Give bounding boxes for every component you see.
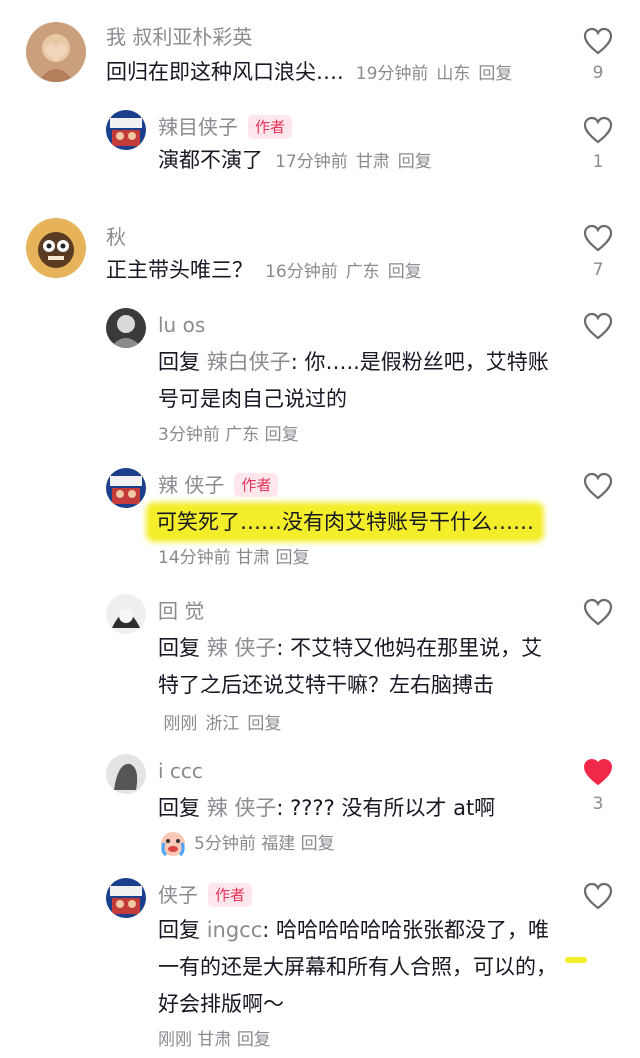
comment-text: ???? 没有所以才 at啊	[290, 796, 496, 820]
reply-button[interactable]: 回复	[247, 714, 281, 734]
timestamp: 5分钟前	[194, 834, 256, 854]
reply-to-user[interactable]: 辣 侠子	[207, 796, 277, 820]
reply-prefix: 回复	[158, 796, 200, 820]
like-button[interactable]	[580, 882, 616, 910]
highlighted-comment-text: 可笑死了……没有肉艾特账号干什么……	[150, 506, 540, 538]
timestamp: 14分钟前	[158, 548, 231, 568]
username[interactable]: i ccc	[158, 758, 560, 784]
like-button[interactable]: 1	[580, 116, 616, 172]
username[interactable]: 辣 侠子	[158, 473, 224, 497]
location: 浙江	[205, 714, 240, 734]
timestamp: 17分钟前	[275, 152, 348, 172]
timestamp: 3分钟前	[158, 425, 220, 445]
heart-filled-icon	[583, 758, 613, 786]
username[interactable]: lu os	[158, 312, 560, 338]
username[interactable]: 侠子	[158, 883, 198, 907]
username[interactable]: 回 觉	[158, 598, 560, 624]
like-button[interactable]	[580, 472, 616, 500]
comment-text: 正主带头唯三？	[106, 258, 253, 282]
reply-button[interactable]: 回复	[275, 548, 309, 568]
timestamp: 刚刚	[158, 1030, 192, 1050]
reply-prefix: 回复	[158, 918, 200, 942]
heart-outline-icon	[583, 312, 613, 340]
avatar[interactable]	[106, 110, 146, 150]
reply-button[interactable]: 回复	[237, 1030, 271, 1050]
highlighter-mark	[565, 957, 587, 963]
location: 甘肃	[236, 548, 271, 568]
like-count: 3	[592, 794, 604, 814]
author-badge: 作者	[248, 115, 293, 139]
like-button[interactable]: 3	[580, 758, 616, 814]
reply-button[interactable]: 回复	[478, 64, 512, 84]
like-button[interactable]	[580, 312, 616, 340]
like-button[interactable]: 9	[580, 27, 616, 83]
like-button[interactable]	[580, 598, 616, 626]
heart-outline-icon	[583, 116, 613, 144]
heart-outline-icon	[583, 27, 613, 55]
like-count: 9	[592, 63, 604, 83]
heart-outline-icon	[583, 224, 613, 252]
reply-prefix: 回复	[158, 350, 200, 374]
avatar[interactable]	[106, 308, 146, 348]
heart-outline-icon	[583, 598, 613, 626]
reply-to-user[interactable]: ingcc	[207, 918, 263, 942]
avatar[interactable]	[106, 878, 146, 918]
username[interactable]: 我 叔利亚朴彩英	[106, 24, 560, 50]
reply-to-user[interactable]: 辣白侠子	[207, 350, 291, 374]
avatar[interactable]	[106, 754, 146, 794]
location: 甘肃	[197, 1030, 232, 1050]
username[interactable]: 秋	[106, 224, 560, 250]
heart-outline-icon	[583, 472, 613, 500]
comment-text: 回归在即这种风口浪尖….	[106, 60, 344, 84]
reply-button[interactable]: 回复	[301, 834, 335, 854]
location: 福建	[261, 834, 296, 854]
timestamp: 16分钟前	[265, 262, 338, 282]
location: 广东	[225, 425, 260, 445]
heart-outline-icon	[583, 882, 613, 910]
location: 山东	[436, 64, 471, 84]
reply-button[interactable]: 回复	[388, 262, 422, 282]
like-count: 7	[592, 260, 604, 280]
crying-emoji-icon	[158, 829, 188, 859]
location: 广东	[345, 262, 380, 282]
avatar[interactable]	[106, 594, 146, 634]
username[interactable]: 辣目侠子	[158, 115, 238, 139]
author-badge: 作者	[234, 473, 279, 497]
avatar[interactable]	[26, 218, 86, 278]
location: 甘肃	[355, 152, 390, 172]
like-count: 1	[592, 152, 604, 172]
like-button[interactable]: 7	[580, 224, 616, 280]
comment-text: 演都不演了	[158, 148, 263, 172]
author-badge: 作者	[208, 883, 253, 907]
timestamp: 19分钟前	[355, 64, 429, 84]
reply-button[interactable]: 回复	[398, 152, 432, 172]
reply-button[interactable]: 回复	[265, 425, 299, 445]
avatar[interactable]	[106, 468, 146, 508]
timestamp: 刚刚	[163, 714, 198, 734]
avatar[interactable]	[26, 22, 86, 82]
reply-prefix: 回复	[158, 636, 200, 660]
reply-to-user[interactable]: 辣 侠子	[207, 636, 277, 660]
